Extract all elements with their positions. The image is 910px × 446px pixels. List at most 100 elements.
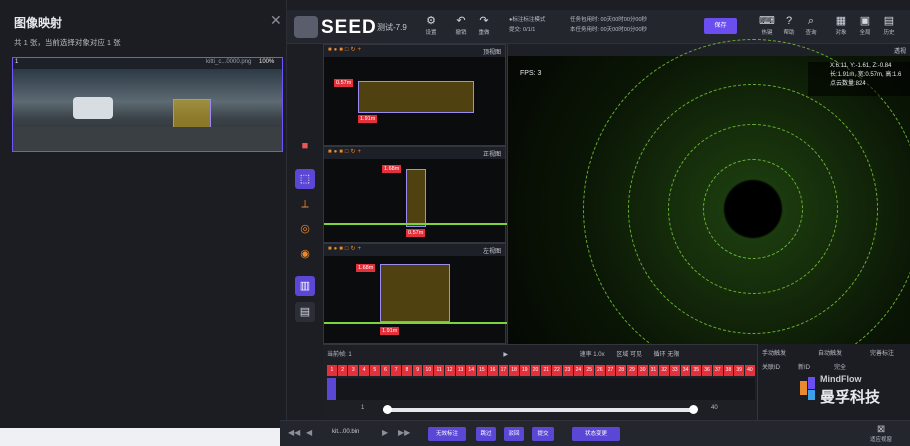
new-id[interactable]: 新ID [798, 362, 810, 371]
frame-cell[interactable]: 21 [541, 365, 552, 376]
frame-cell[interactable]: 36 [702, 365, 712, 376]
manual-trigger[interactable]: 手动触发 [762, 348, 786, 357]
fit-tool-icon[interactable]: ◎ [295, 219, 315, 239]
frame-track[interactable] [327, 378, 755, 400]
help-icon: ? [785, 15, 793, 27]
frame-cell[interactable]: 22 [552, 365, 562, 376]
frame-cell[interactable]: 31 [648, 365, 659, 376]
slider-knob[interactable] [689, 405, 698, 414]
frame-cell[interactable]: 39 [734, 365, 745, 376]
pane-tool-icons[interactable]: ■●■□↻+ [328, 148, 363, 155]
prev-frame-icon[interactable]: ◀ [306, 428, 312, 437]
top-view-pane[interactable]: ■●■□↻+ 顶视图 0.57m 1.91m [323, 44, 506, 146]
slider-knob[interactable] [383, 405, 392, 414]
frame-cell[interactable]: 9 [412, 365, 423, 376]
invalid-button[interactable]: 无效标注 [428, 427, 466, 441]
frame-cell[interactable]: 7 [391, 365, 402, 376]
reject-button[interactable]: 驳回 [504, 427, 524, 441]
select-tool-icon[interactable]: ⬚ [295, 169, 315, 189]
frame-cell[interactable]: 20 [530, 365, 541, 376]
link-id[interactable]: 关联ID [762, 362, 780, 371]
frame-cell[interactable]: 33 [670, 365, 680, 376]
frame-cell[interactable]: 14 [466, 365, 477, 376]
speed-select[interactable]: 速率 1.0x [580, 352, 605, 358]
settings-button[interactable]: ⚙ 设置 [419, 14, 443, 36]
side-view-pane[interactable]: ■●■□↻+ 左视图 1.68m 1.91m [323, 243, 507, 344]
frame-cell[interactable]: 19 [519, 365, 530, 376]
annotation-box[interactable] [358, 81, 474, 113]
view-tag[interactable]: 顶视图 [483, 47, 501, 56]
annotation-box[interactable] [406, 169, 426, 227]
submit-button[interactable]: 提交 [532, 427, 554, 441]
frame-cell[interactable]: 32 [659, 365, 669, 376]
frame-cell[interactable]: 35 [691, 365, 702, 376]
frame-cell[interactable]: 11 [434, 365, 444, 376]
frame-cell[interactable]: 3 [348, 365, 359, 376]
pane-tool-icons[interactable]: ■●■□↻+ [328, 46, 363, 53]
view-tag[interactable]: 左视图 [483, 246, 501, 255]
image-thumbnail[interactable]: 1 kitti_c...0000.png 100% [12, 57, 283, 152]
frame-cell[interactable]: 24 [573, 365, 584, 376]
target-tool-icon[interactable]: ◉ [295, 244, 315, 264]
loop-select[interactable]: 循环 无限 [654, 352, 680, 358]
frame-cell[interactable]: 15 [477, 365, 487, 376]
frame-cell[interactable]: 10 [423, 365, 434, 376]
complete-label[interactable]: 完善标注 [870, 348, 894, 357]
query-button[interactable]: ⌕ 查询 [799, 14, 823, 36]
cube-tool-icon[interactable]: ■ [295, 136, 315, 156]
frame-cell[interactable]: 23 [562, 365, 573, 376]
frame-cell[interactable]: 8 [402, 365, 412, 376]
pane-tool-icons[interactable]: ■●■□↻+ [328, 245, 363, 252]
save-button[interactable]: 保存 [704, 18, 737, 34]
objects-button[interactable]: ▦ 对象 [829, 14, 853, 36]
frame-strip: 1 2 3 4 5 6 7 8 9 10 11 12 13 14 15 16 17 18 19 20 21 22 23 24 2… [327, 365, 755, 376]
frame-cell[interactable]: 38 [723, 365, 734, 376]
last-frame-icon[interactable]: ▶▶ [398, 428, 410, 437]
layout-alt-icon[interactable]: ▤ [295, 302, 315, 322]
layout-tool-icon[interactable]: ▥ [295, 276, 315, 296]
complete-option[interactable]: 完全 [834, 362, 846, 371]
next-frame-icon[interactable]: ▶ [382, 428, 388, 437]
global-button[interactable]: ▣ 全局 [853, 14, 877, 36]
frame-cell[interactable]: 12 [444, 365, 455, 376]
frame-cell[interactable]: 40 [745, 365, 755, 376]
status-change-button[interactable]: 状态变更 [572, 427, 620, 441]
front-view-pane[interactable]: ■●■□↻+ 正视图 1.68m 0.57m [323, 146, 507, 243]
frame-cell[interactable]: 29 [627, 365, 637, 376]
auto-trigger[interactable]: 自动触发 [818, 348, 842, 357]
annotation-box[interactable] [380, 264, 450, 322]
frame-cell[interactable]: 25 [584, 365, 594, 376]
frame-cell[interactable]: 18 [509, 365, 519, 376]
axis-tool-icon[interactable]: ⟂ [295, 194, 315, 214]
frame-cell[interactable]: 6 [380, 365, 391, 376]
frame-cell[interactable]: 4 [359, 365, 369, 376]
undo-button[interactable]: ↶ 撤销 [449, 14, 473, 36]
help-button[interactable]: ? 帮助 [777, 14, 801, 36]
frame-cell[interactable]: 28 [616, 365, 627, 376]
skip-button[interactable]: 跳过 [476, 427, 496, 441]
selected-frame-cell[interactable] [327, 378, 336, 400]
frame-cell[interactable]: 5 [369, 365, 380, 376]
frame-cell[interactable]: 34 [680, 365, 691, 376]
history-button[interactable]: ▤ 历史 [877, 14, 901, 36]
frame-cell[interactable]: 17 [498, 365, 509, 376]
frame-cell[interactable]: 27 [605, 365, 616, 376]
frame-slider[interactable] [383, 405, 698, 414]
frame-cell[interactable]: 2 [337, 365, 348, 376]
first-frame-icon[interactable]: ◀◀ [288, 428, 300, 437]
frame-cell[interactable]: 30 [637, 365, 648, 376]
frame-cell[interactable]: 16 [487, 365, 498, 376]
close-icon[interactable]: ✕ [270, 12, 282, 29]
frame-cell[interactable]: 37 [712, 365, 723, 376]
redo-button[interactable]: ↷ 重做 [472, 14, 496, 36]
fit-window-button[interactable]: ⊠ 适应视窗 [870, 424, 892, 443]
point-cloud-view[interactable]: 透视 FPS: 3 X:6.11, Y:-1.61, Z:-0.84 长:1.9… [507, 39, 910, 379]
frame-cell[interactable]: 13 [455, 365, 466, 376]
hotkey-button[interactable]: ⌨ 热键 [755, 14, 779, 36]
view-tag[interactable]: 正视图 [483, 149, 501, 158]
frame-cell[interactable]: 26 [594, 365, 605, 376]
view-tag[interactable]: 透视 [894, 46, 906, 55]
section-select[interactable]: 区域 可见 [616, 352, 642, 358]
play-button[interactable]: ▶ [503, 352, 508, 358]
frame-cell[interactable]: 1 [327, 365, 337, 376]
